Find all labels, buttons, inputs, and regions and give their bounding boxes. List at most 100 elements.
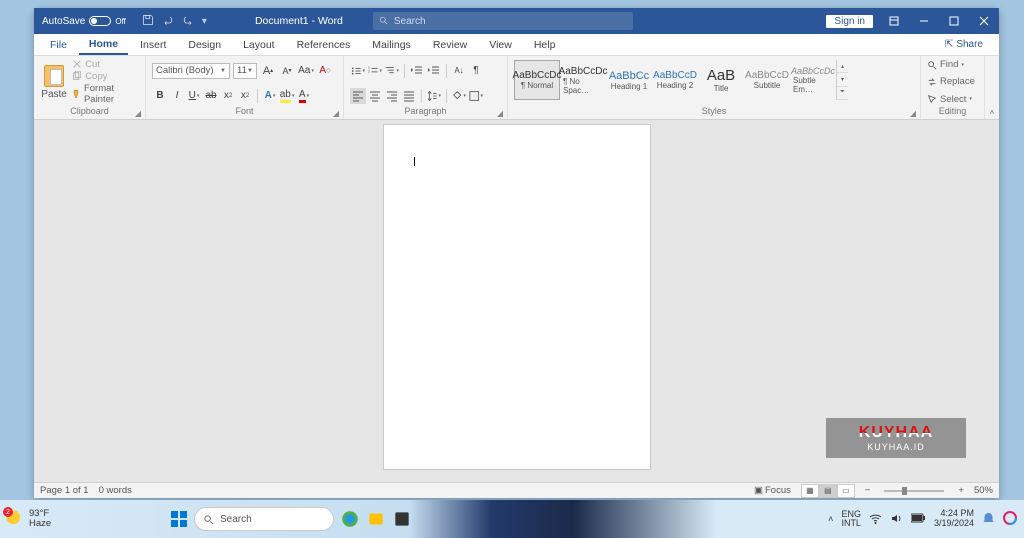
page[interactable] xyxy=(383,124,651,470)
clock[interactable]: 4:24 PM3/19/2024 xyxy=(934,509,974,529)
tab-help[interactable]: Help xyxy=(524,36,566,54)
save-icon[interactable] xyxy=(142,14,154,29)
styles-scroll[interactable]: ▴▾⏷ xyxy=(836,60,848,100)
style-heading2[interactable]: AaBbCcDHeading 2 xyxy=(652,60,698,100)
decrease-indent-button[interactable] xyxy=(409,63,425,79)
font-color-button[interactable]: A▾ xyxy=(296,88,312,104)
autosave-toggle[interactable]: AutoSave Off xyxy=(34,16,134,27)
collapse-ribbon-button[interactable]: ˄ xyxy=(985,56,999,119)
show-marks-button[interactable]: ¶ xyxy=(468,63,484,79)
subscript-button[interactable]: x2 xyxy=(220,88,236,104)
style-subtitle[interactable]: AaBbCcDSubtitle xyxy=(744,60,790,100)
search-box[interactable]: Search xyxy=(373,12,633,30)
zoom-slider[interactable] xyxy=(884,490,944,492)
signin-button[interactable]: Sign in xyxy=(826,15,873,28)
qat-customize-icon[interactable]: ▾ xyxy=(202,16,207,27)
paste-button[interactable]: Paste xyxy=(40,58,68,106)
italic-button[interactable]: I xyxy=(169,88,185,104)
tab-review[interactable]: Review xyxy=(423,36,477,54)
tab-insert[interactable]: Insert xyxy=(130,36,176,54)
word-count[interactable]: 0 words xyxy=(99,485,132,496)
paragraph-dialog-launcher[interactable]: ◢ xyxy=(497,109,503,118)
style-name: Subtitle xyxy=(754,81,781,90)
borders-button[interactable]: ▾ xyxy=(468,88,484,104)
style-name: Subtle Em… xyxy=(793,76,833,94)
grow-font-button[interactable]: A▴ xyxy=(260,63,276,79)
zoom-out-button[interactable]: − xyxy=(865,485,871,496)
minimize-button[interactable] xyxy=(909,8,939,34)
share-button[interactable]: ⇱Share xyxy=(941,37,987,52)
taskbar-app-3-icon[interactable] xyxy=(392,509,412,529)
print-layout-button[interactable]: ▤ xyxy=(819,484,837,498)
cut-button[interactable]: Cut xyxy=(72,59,139,70)
tab-references[interactable]: References xyxy=(287,36,361,54)
tab-layout[interactable]: Layout xyxy=(233,36,285,54)
align-left-button[interactable] xyxy=(350,88,366,104)
zoom-level[interactable]: 50% xyxy=(974,485,993,496)
tab-file[interactable]: File xyxy=(40,36,77,54)
justify-button[interactable] xyxy=(401,88,417,104)
font-dialog-launcher[interactable]: ◢ xyxy=(333,109,339,118)
tab-design[interactable]: Design xyxy=(178,36,231,54)
focus-mode-button[interactable]: ▣Focus xyxy=(754,485,791,496)
tab-home[interactable]: Home xyxy=(79,35,128,55)
underline-button[interactable]: U▾ xyxy=(186,88,202,104)
replace-button[interactable]: Replace xyxy=(927,75,978,88)
superscript-button[interactable]: x2 xyxy=(237,88,253,104)
style-heading1[interactable]: AaBbCcHeading 1 xyxy=(606,60,652,100)
read-mode-button[interactable]: ▦ xyxy=(801,484,819,498)
change-case-button[interactable]: Aa▾ xyxy=(298,63,314,79)
text-effects-button[interactable]: A▾ xyxy=(262,88,278,104)
close-button[interactable] xyxy=(969,8,999,34)
bold-button[interactable]: B xyxy=(152,88,168,104)
weather-widget[interactable]: 2 93°FHaze xyxy=(6,509,51,529)
tray-chevron-icon[interactable]: ˄ xyxy=(828,514,833,524)
battery-icon[interactable] xyxy=(911,513,926,525)
style-normal[interactable]: AaBbCcDc¶ Normal xyxy=(514,60,560,100)
shading-button[interactable]: ▾ xyxy=(451,88,467,104)
strikethrough-button[interactable]: ab xyxy=(203,88,219,104)
volume-icon[interactable] xyxy=(890,512,903,527)
tab-mailings[interactable]: Mailings xyxy=(362,36,421,54)
multilevel-list-button[interactable]: ▾ xyxy=(384,63,400,79)
clear-formatting-button[interactable]: A◇ xyxy=(317,63,333,79)
bullets-button[interactable]: ▾ xyxy=(350,63,366,79)
ribbon-display-icon[interactable] xyxy=(879,8,909,34)
wifi-icon[interactable] xyxy=(869,512,882,527)
undo-icon[interactable] xyxy=(162,14,174,29)
font-size-combo[interactable]: 11▼ xyxy=(233,63,257,79)
line-spacing-button[interactable]: ▾ xyxy=(426,88,442,104)
zoom-in-button[interactable]: + xyxy=(958,485,964,496)
sort-button[interactable]: A↓ xyxy=(451,63,467,79)
clipboard-dialog-launcher[interactable]: ◢ xyxy=(135,109,141,118)
align-right-button[interactable] xyxy=(384,88,400,104)
styles-gallery[interactable]: AaBbCcDc¶ Normal AaBbCcDc¶ No Spac… AaBb… xyxy=(514,58,848,102)
select-button[interactable]: Select▾ xyxy=(927,93,978,106)
font-name-combo[interactable]: Calibri (Body)▼ xyxy=(152,63,230,79)
page-indicator[interactable]: Page 1 of 1 xyxy=(40,485,89,496)
highlight-button[interactable]: ab▾ xyxy=(279,88,295,104)
tab-view[interactable]: View xyxy=(479,36,522,54)
copilot-icon[interactable] xyxy=(1003,511,1018,528)
date: 3/19/2024 xyxy=(934,519,974,529)
redo-icon[interactable] xyxy=(182,14,194,29)
format-painter-button[interactable]: Format Painter xyxy=(72,83,139,105)
language-indicator[interactable]: ENGINTL xyxy=(841,510,861,529)
align-center-button[interactable] xyxy=(367,88,383,104)
numbering-button[interactable]: 12▾ xyxy=(367,63,383,79)
increase-indent-button[interactable] xyxy=(426,63,442,79)
taskbar-app-2-icon[interactable] xyxy=(366,509,386,529)
style-no-spacing[interactable]: AaBbCcDc¶ No Spac… xyxy=(560,60,606,100)
shrink-font-button[interactable]: A▾ xyxy=(279,63,295,79)
maximize-button[interactable] xyxy=(939,8,969,34)
styles-dialog-launcher[interactable]: ◢ xyxy=(910,109,916,118)
web-layout-button[interactable]: ▭ xyxy=(837,484,855,498)
find-button[interactable]: Find▾ xyxy=(927,58,978,71)
copy-button[interactable]: Copy xyxy=(72,71,139,82)
taskbar-app-1-icon[interactable] xyxy=(340,509,360,529)
style-subtle-emphasis[interactable]: AaBbCcDcSubtle Em… xyxy=(790,60,836,100)
start-button[interactable] xyxy=(170,510,188,528)
taskbar-search[interactable]: Search xyxy=(194,507,334,531)
notifications-icon[interactable] xyxy=(982,512,995,527)
style-title[interactable]: AaBTitle xyxy=(698,60,744,100)
